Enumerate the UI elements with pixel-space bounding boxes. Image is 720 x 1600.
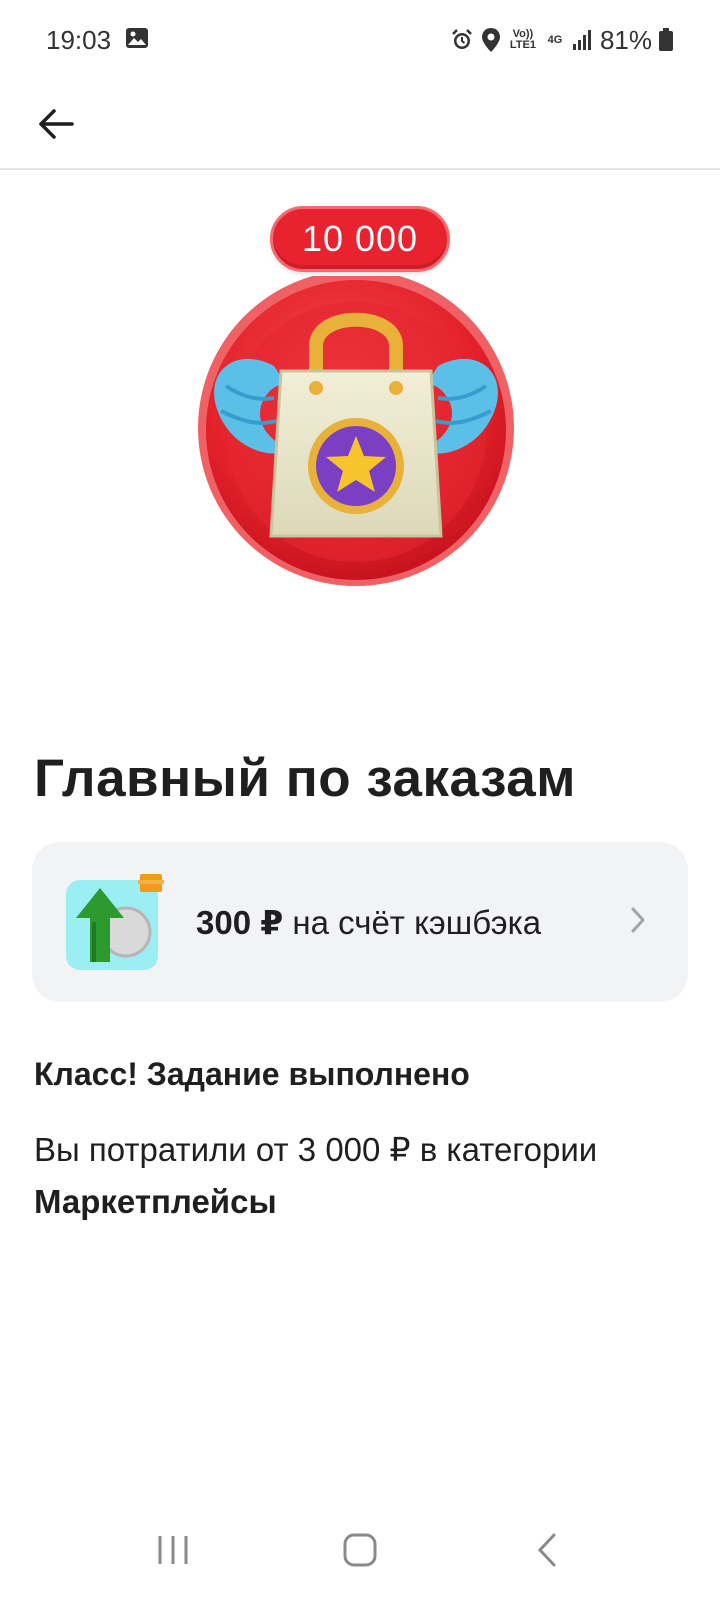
home-button[interactable] [320,1520,400,1580]
reward-amount: 300 ₽ [196,903,284,941]
cashback-up-arrow-coin-icon [64,872,164,972]
network-label: 4G [547,33,563,46]
back-icon [537,1533,556,1567]
home-icon [343,1533,377,1567]
volte-label: Vo)) LTE1 [509,28,536,51]
count-badge: 10 000 [270,206,450,272]
arrow-left-icon [39,109,74,139]
status-right: Vo)) LTE1 4G 81% [450,25,674,56]
reward-description: на счёт кэшбэка [283,903,542,941]
page-title: Главный по заказам [34,749,576,808]
cashback-reward-card[interactable]: 300 ₽ на счёт кэшбэка [32,842,688,1002]
screen: 19:03 Vo)) LTE1 4G 81% 10 000 Главный по… [0,0,720,1600]
back-button[interactable] [26,94,86,154]
task-description: Вы потратили от 3 000 ₽ в категории [34,1131,598,1168]
status-time: 19:03 [46,24,112,55]
task-description-block: Вы потратили от 3 000 ₽ в категории Марк… [34,1124,694,1228]
recent-apps-icon [158,1536,188,1564]
task-status: Класс! Задание выполнено [34,1056,470,1092]
chevron-right-icon [630,906,646,939]
achievement-hero: 10 000 [0,200,720,600]
recent-apps-button[interactable] [133,1520,213,1580]
reward-text: 300 ₽ на счёт кэшбэка [196,903,630,942]
battery-icon [658,28,674,52]
gallery-icon [125,25,149,56]
alarm-icon [450,28,474,52]
location-icon [480,27,502,53]
status-bar: 19:03 Vo)) LTE1 4G 81% [0,0,720,80]
system-back-button[interactable] [507,1520,587,1580]
task-category: Маркетплейсы [34,1183,277,1220]
signal-icon [572,29,594,51]
shopping-bag-medal-icon [196,270,520,601]
app-bar [0,80,720,170]
battery-percent: 81% [599,24,652,55]
system-nav-bar [0,1500,720,1600]
status-left: 19:03 [46,25,149,56]
